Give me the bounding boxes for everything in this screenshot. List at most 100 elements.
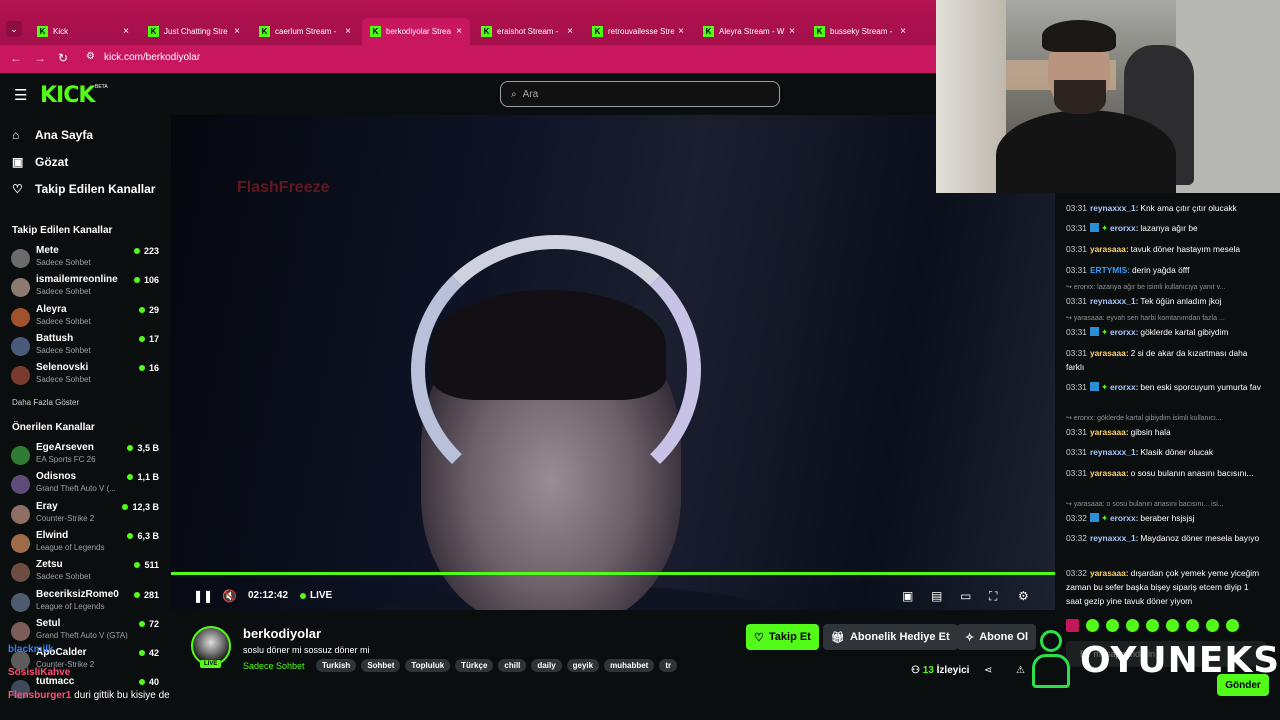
- theater-mode-icon[interactable]: ▭: [960, 589, 971, 603]
- channel-item[interactable]: Elwind League of Legends 6,3 B: [11, 530, 161, 556]
- chat-text: o sosu bulanın anasını bacısını...: [1130, 468, 1254, 478]
- channel-item[interactable]: Mete Sadece Sohbet 223: [11, 245, 161, 271]
- channel-category: League of Legends: [36, 601, 105, 611]
- chat-username[interactable]: reynaxxx_1:: [1090, 296, 1138, 306]
- channel-category: Sadece Sohbet: [36, 375, 91, 385]
- follow-button[interactable]: ♡ Takip Et: [746, 624, 819, 650]
- chat-timestamp: 03:31: [1066, 382, 1087, 392]
- channel-item[interactable]: Selenovski Sadece Sohbet 16: [11, 362, 161, 388]
- back-icon[interactable]: ←: [10, 51, 22, 65]
- channel-item[interactable]: Odisnos Grand Theft Auto V (... 1,1 B: [11, 471, 161, 497]
- chat-username[interactable]: erorxx:: [1110, 513, 1138, 523]
- url-text[interactable]: kick.com/berkodiyolar: [104, 52, 200, 63]
- browser-tab[interactable]: Kcaerlum Stream - ×: [251, 18, 359, 45]
- video-player[interactable]: FlashFreeze ❚❚ 🔇 02:12:42 LIVE ▣ ▤ ▭ ⛶ ⚙: [171, 115, 1055, 610]
- chat-username[interactable]: reynaxxx_1:: [1090, 203, 1138, 213]
- stream-tag[interactable]: tr: [659, 659, 678, 672]
- stream-tag[interactable]: muhabbet: [604, 659, 655, 672]
- tab-search-button[interactable]: ⌄: [6, 21, 22, 37]
- verified-badge-icon: ✦: [1100, 513, 1108, 523]
- chat-username[interactable]: yarasaaa:: [1090, 244, 1129, 254]
- show-more-link[interactable]: Daha Fazla Göster: [12, 398, 79, 407]
- channel-name: Selenovski: [36, 362, 89, 374]
- stream-tag[interactable]: daily: [531, 659, 562, 672]
- channel-avatar: [11, 336, 30, 356]
- stream-tag[interactable]: Topluluk: [405, 659, 451, 672]
- chat-username[interactable]: yarasaaa:: [1090, 348, 1129, 358]
- channel-viewers: 6,3 B: [127, 531, 159, 541]
- tab-close-icon[interactable]: ×: [678, 26, 684, 37]
- users-icon: ⚇: [911, 665, 923, 676]
- reload-icon[interactable]: ↻: [58, 51, 68, 65]
- miniplayer-icon[interactable]: ▣: [902, 589, 913, 603]
- channel-item[interactable]: Eray Counter-Strike 2 12,3 B: [11, 501, 161, 527]
- channel-item[interactable]: BeceriksizRome0 League of Legends 281: [11, 589, 161, 615]
- tab-close-icon[interactable]: ×: [456, 26, 462, 37]
- channel-item[interactable]: ismailemreonline Sadece Sohbet 106: [11, 274, 161, 300]
- stream-category[interactable]: Sadece Sohbet: [243, 661, 305, 671]
- chat-text: ben eski sporcuyum yumurta fav: [1140, 382, 1261, 392]
- site-info-icon[interactable]: ⚙: [86, 51, 95, 62]
- browser-tab[interactable]: Kretrouvailesse Stre ×: [584, 18, 692, 45]
- chat-timestamp: 03:31: [1066, 348, 1087, 358]
- share-icon[interactable]: ⋖: [984, 665, 992, 676]
- stream-tag[interactable]: chill: [498, 659, 527, 672]
- browser-tab[interactable]: Kbusseky Stream - ×: [806, 18, 914, 45]
- chat-username[interactable]: reynaxxx_1:: [1090, 533, 1138, 543]
- menu-icon[interactable]: ☰: [14, 86, 27, 104]
- video-progress-bar[interactable]: [171, 572, 1055, 575]
- chat-username[interactable]: ERTYMIS:: [1090, 265, 1130, 275]
- sidebar-nav-item[interactable]: ▣ Gözat: [12, 155, 68, 169]
- chat-username[interactable]: reynaxxx_1:: [1090, 447, 1138, 457]
- chat-username[interactable]: erorxx:: [1110, 327, 1138, 337]
- stream-tag[interactable]: Turkish: [316, 659, 357, 672]
- channel-item[interactable]: Setul Grand Theft Auto V (GTA) 72: [11, 618, 161, 644]
- sidebar-nav-label: Takip Edilen Kanallar: [35, 182, 156, 196]
- chat-reply-preview: ↪ erorxx: lazanya ağır be isimli kullanı…: [1066, 284, 1226, 291]
- search-input[interactable]: ⌕ Ara: [500, 81, 780, 107]
- chat-username[interactable]: yarasaaa:: [1090, 427, 1129, 437]
- viewer-count: 106: [143, 275, 159, 286]
- tab-close-icon[interactable]: ×: [234, 26, 240, 37]
- tab-close-icon[interactable]: ×: [567, 26, 573, 37]
- report-icon[interactable]: ⚠: [1016, 665, 1025, 676]
- sidebar-nav-item[interactable]: ⌂ Ana Sayfa: [12, 128, 93, 142]
- tab-close-icon[interactable]: ×: [123, 26, 129, 37]
- mute-icon[interactable]: 🔇: [222, 589, 237, 603]
- pause-icon[interactable]: ❚❚: [193, 589, 213, 603]
- chat-username[interactable]: yarasaaa:: [1090, 468, 1129, 478]
- viewer-count: 3,5 B: [137, 443, 159, 453]
- channel-item[interactable]: Zetsu Sadece Sohbet 511: [11, 559, 161, 585]
- stream-tag[interactable]: geyik: [566, 659, 600, 672]
- browser-tab[interactable]: K Aleyra Stream - W ×: [695, 18, 803, 45]
- gift-sub-button[interactable]: 🎁︎ Abonelik Hediye Et: [823, 624, 958, 650]
- browser-tab[interactable]: K Just Chatting Stre ×: [140, 18, 248, 45]
- stream-tag[interactable]: Sohbet: [361, 659, 401, 672]
- clip-icon[interactable]: ▤: [931, 589, 942, 603]
- tab-label: Kick: [53, 27, 69, 36]
- live-dot-icon: [133, 248, 140, 254]
- tab-close-icon[interactable]: ×: [345, 26, 351, 37]
- channel-item[interactable]: EgeArseven EA Sports FC 26 3,5 B: [11, 442, 161, 468]
- chat-username[interactable]: erorxx:: [1110, 382, 1138, 392]
- tab-close-icon[interactable]: ×: [789, 26, 795, 37]
- stream-tag[interactable]: Türkçe: [455, 659, 494, 672]
- channel-item[interactable]: Aleyra Sadece Sohbet 29: [11, 304, 161, 330]
- browser-tab[interactable]: Keraishot Stream - ×: [473, 18, 581, 45]
- settings-icon[interactable]: ⚙: [1018, 589, 1029, 603]
- browser-tab[interactable]: Kberkodiyolar Strea ×: [362, 18, 470, 45]
- fullscreen-icon[interactable]: ⛶: [989, 589, 997, 604]
- sidebar-nav-item[interactable]: ♡ Takip Edilen Kanallar: [12, 182, 155, 196]
- channel-avatar: [11, 249, 30, 268]
- chat-username[interactable]: yarasaaa:: [1090, 568, 1129, 578]
- kick-logo[interactable]: KICK: [40, 83, 95, 108]
- channel-name[interactable]: berkodiyolar: [243, 626, 321, 641]
- kick-favicon-icon: K: [370, 26, 381, 37]
- chat-username[interactable]: erorxx:: [1110, 223, 1138, 233]
- channel-item[interactable]: Battush Sadece Sohbet 17: [11, 333, 161, 359]
- tab-close-icon[interactable]: ×: [900, 26, 906, 37]
- browser-tab[interactable]: K Kick ×: [29, 18, 137, 45]
- live-dot-icon: [138, 620, 145, 627]
- forward-icon[interactable]: →: [34, 51, 46, 65]
- subscribe-button[interactable]: ✧ Abone Ol: [957, 624, 1037, 650]
